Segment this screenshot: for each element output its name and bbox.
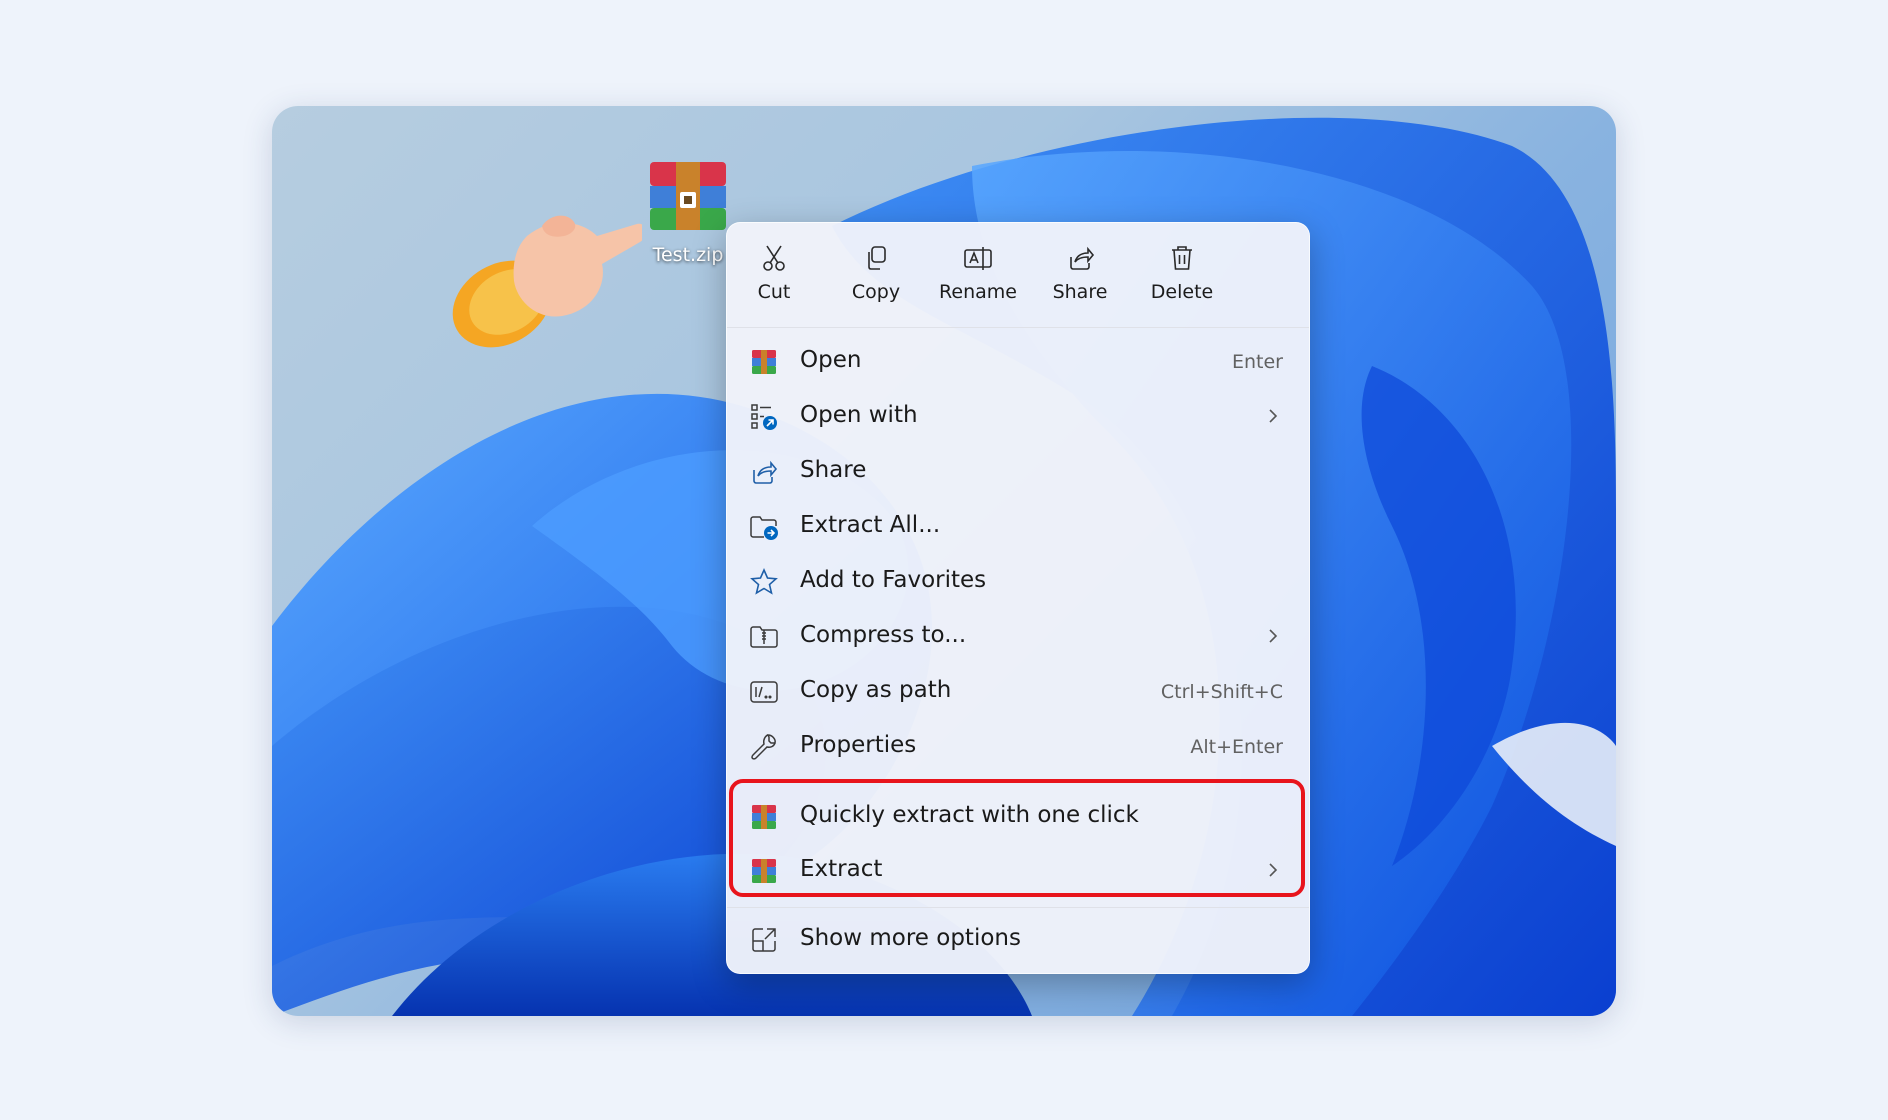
- share-icon: [1070, 246, 1095, 270]
- highlight-box: [729, 779, 1305, 897]
- copy-label: Copy: [851, 281, 901, 303]
- menu-item-label: Copy as path: [800, 677, 952, 703]
- menu-item-label: Extract All...: [800, 512, 941, 538]
- desktop-file-label: Test.zip: [652, 244, 724, 266]
- menu-item-show-more-options[interactable]: Show more options: [733, 913, 1303, 965]
- shortcut-text: Alt+Enter: [1190, 736, 1283, 758]
- menu-item-extract-all[interactable]: Extract All...: [733, 500, 1303, 552]
- trash-icon: [1172, 246, 1192, 270]
- delete-button[interactable]: Delete: [1137, 237, 1227, 317]
- menu-item-label: Add to Favorites: [800, 567, 987, 593]
- shortcut-text: Enter: [1232, 351, 1283, 373]
- archive-icon: [752, 350, 776, 374]
- desktop-screen: Test.zip Cut Copy Rename Share Delete Op…: [272, 106, 1616, 1016]
- menu-item-label: Share: [800, 457, 867, 483]
- menu-item-label: Compress to...: [800, 622, 967, 648]
- menu-item-compress-to[interactable]: Compress to...: [733, 610, 1303, 662]
- menu-item-label: Open: [800, 347, 862, 373]
- share-button[interactable]: Share: [1035, 237, 1125, 317]
- desktop-file-test-zip[interactable]: Test.zip: [642, 156, 734, 266]
- wrench-icon: [751, 734, 776, 760]
- copy-icon: [868, 246, 886, 270]
- menu-item-label: Properties: [800, 732, 917, 758]
- context-menu: Cut Copy Rename Share Delete Open Enter …: [726, 222, 1310, 974]
- open-with-icon: [751, 404, 777, 430]
- menu-item-copy-as-path[interactable]: Copy as path Ctrl+Shift+C: [733, 665, 1303, 717]
- rename-button[interactable]: Rename: [933, 237, 1023, 317]
- pointing-hand-icon: [452, 215, 642, 348]
- menu-divider: [727, 907, 1309, 908]
- chevron-right-icon: [1269, 629, 1278, 643]
- menu-item-share[interactable]: Share: [733, 445, 1303, 497]
- path-icon: [750, 681, 778, 703]
- cut-button[interactable]: Cut: [729, 237, 819, 317]
- star-icon: [750, 568, 778, 595]
- menu-item-label: Open with: [800, 402, 918, 428]
- more-options-icon: [752, 928, 776, 952]
- scissors-icon: [763, 245, 785, 271]
- delete-label: Delete: [1150, 281, 1214, 303]
- winrar-archive-icon: [650, 162, 726, 230]
- share-label: Share: [1052, 281, 1108, 303]
- menu-item-properties[interactable]: Properties Alt+Enter: [733, 720, 1303, 772]
- share-icon: [753, 460, 778, 484]
- rename-icon: [964, 247, 992, 270]
- rename-label: Rename: [939, 281, 1017, 303]
- extract-folder-icon: [750, 516, 778, 540]
- quick-actions-bar: Cut Copy Rename Share Delete: [727, 223, 1309, 328]
- shortcut-text: Ctrl+Shift+C: [1160, 681, 1283, 703]
- menu-item-open[interactable]: Open Enter: [733, 335, 1303, 387]
- chevron-right-icon: [1269, 409, 1278, 423]
- copy-button[interactable]: Copy: [831, 237, 921, 317]
- compress-icon: [750, 626, 778, 648]
- cut-label: Cut: [757, 281, 791, 303]
- menu-item-add-to-favorites[interactable]: Add to Favorites: [733, 555, 1303, 607]
- menu-item-label: Show more options: [800, 925, 1021, 951]
- menu-item-open-with[interactable]: Open with: [733, 390, 1303, 442]
